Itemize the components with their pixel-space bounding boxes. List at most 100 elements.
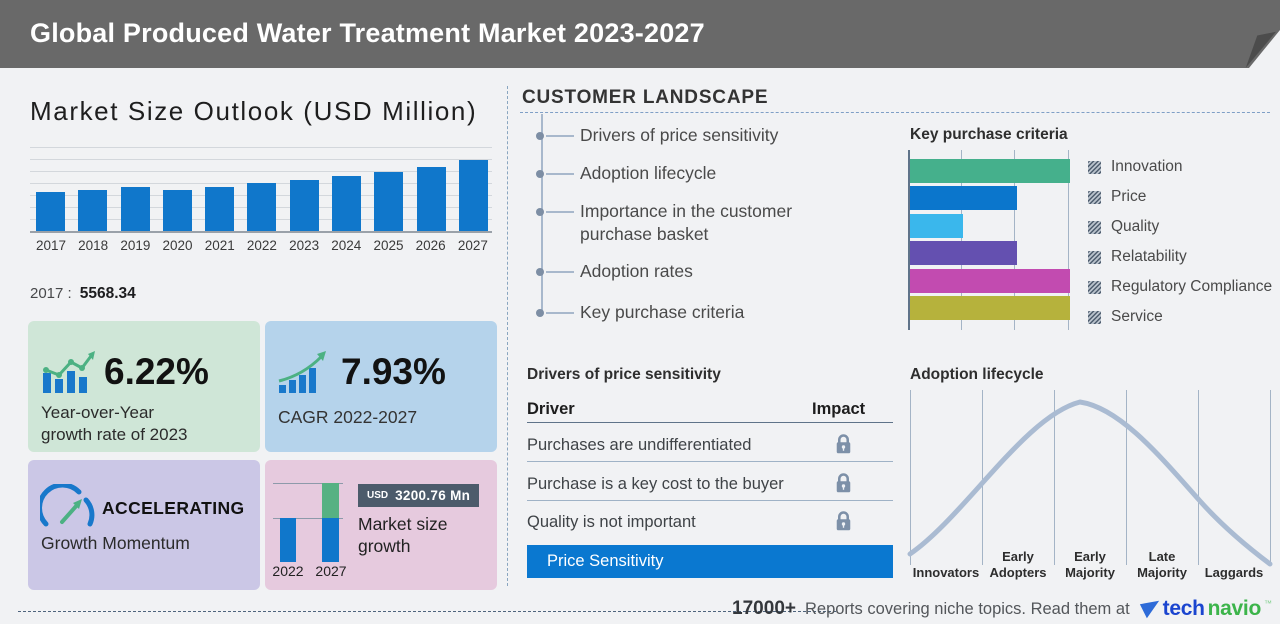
legend-hatch-swatch bbox=[1088, 160, 1101, 174]
badge-currency: USD bbox=[367, 490, 389, 501]
customer-landscape-item-label: Adoption rates bbox=[580, 261, 693, 281]
legend-hatch-swatch bbox=[1088, 310, 1101, 324]
market-size-bar bbox=[332, 176, 362, 231]
kpc-legend-item: Price bbox=[1088, 188, 1146, 206]
market-size-bar bbox=[36, 192, 65, 231]
rising-bars-icon bbox=[278, 351, 326, 393]
list-dash bbox=[546, 135, 574, 137]
growth-momentum-card: ACCELERATING Growth Momentum bbox=[28, 460, 260, 590]
row-separator bbox=[527, 500, 893, 501]
market-size-bar-chart bbox=[36, 145, 488, 231]
technavio-arrow-icon bbox=[1139, 600, 1159, 618]
base-year-number: 5568.34 bbox=[79, 285, 136, 302]
list-dash bbox=[546, 271, 574, 273]
market-size-bar bbox=[247, 183, 277, 231]
driver-row-label: Purchases are undifferentiated bbox=[527, 436, 752, 454]
speedometer-icon bbox=[40, 484, 95, 527]
yoy-growth-caption: Year-over-Year growth rate of 2023 bbox=[41, 403, 188, 444]
cagr-card: 7.93% CAGR 2022-2027 bbox=[265, 321, 497, 452]
list-dash bbox=[546, 211, 574, 213]
list-dot bbox=[536, 169, 544, 178]
bell-curve bbox=[907, 399, 1273, 567]
year-label: 2018 bbox=[78, 238, 109, 253]
footer-dashed-rule bbox=[18, 611, 836, 612]
year-label: 2024 bbox=[331, 238, 362, 253]
list-dash bbox=[546, 173, 574, 175]
lifecycle-stage-label: Late Majority bbox=[1137, 549, 1187, 580]
year-label: 2023 bbox=[289, 238, 320, 253]
mini-bar-2027-growth bbox=[322, 483, 339, 518]
table-header-rule bbox=[527, 422, 893, 423]
customer-landscape-item-label: Drivers of price sensitivity bbox=[580, 125, 779, 145]
legend-label: Quality bbox=[1111, 218, 1160, 235]
market-size-bar bbox=[289, 180, 319, 231]
base-year-label: 2017 : bbox=[30, 285, 72, 302]
momentum-caption: Growth Momentum bbox=[41, 533, 190, 553]
market-size-title: Market Size Outlook (USD Million) bbox=[30, 96, 478, 126]
kpc-legend-item: Regulatory Compliance bbox=[1088, 278, 1272, 296]
market-size-bar bbox=[120, 187, 150, 231]
mini-year-start: 2022 bbox=[272, 563, 304, 579]
legend-hatch-swatch bbox=[1088, 250, 1101, 264]
header-banner: Global Produced Water Treatment Market 2… bbox=[0, 0, 1280, 68]
kpc-legend-item: Quality bbox=[1088, 218, 1159, 236]
kpc-legend-item: Relatability bbox=[1088, 248, 1187, 266]
kpc-bar bbox=[910, 241, 1017, 266]
legend-hatch-swatch bbox=[1088, 190, 1101, 204]
driver-row-label: Quality is not important bbox=[527, 513, 696, 531]
growth-value-badge: USD 3200.76 Mn bbox=[358, 484, 480, 507]
list-dot bbox=[536, 207, 544, 216]
list-dot bbox=[536, 267, 544, 276]
cagr-value: 7.93% bbox=[341, 351, 446, 392]
momentum-value: ACCELERATING bbox=[102, 498, 245, 518]
legend-hatch-swatch bbox=[1088, 280, 1101, 294]
list-dot bbox=[536, 131, 544, 140]
footer-text: Reports covering niche topics. Read them… bbox=[804, 599, 1130, 618]
year-label: 2021 bbox=[204, 238, 235, 253]
lock-icon bbox=[836, 473, 851, 493]
mini-bar-2027-base bbox=[322, 518, 339, 562]
bar-trend-icon bbox=[43, 351, 95, 393]
impact-lock bbox=[835, 510, 852, 537]
lifecycle-stage-label: Laggards bbox=[1204, 565, 1264, 580]
impact-lock bbox=[835, 433, 852, 460]
list-dash bbox=[546, 312, 574, 314]
market-size-bar bbox=[374, 172, 404, 231]
customer-landscape-title: CUSTOMER LANDSCAPE bbox=[522, 87, 769, 108]
year-label: 2025 bbox=[373, 238, 404, 253]
mini-bar-2022 bbox=[280, 518, 296, 562]
brand-part1: tech bbox=[1162, 597, 1205, 620]
customer-landscape-item-label: Importance in the customer purchase bask… bbox=[580, 201, 793, 244]
lifecycle-stage-label: Innovators bbox=[912, 565, 980, 580]
drivers-title: Drivers of price sensitivity bbox=[527, 366, 721, 383]
customer-landscape-item-label: Adoption lifecycle bbox=[580, 163, 717, 183]
legend-hatch-swatch bbox=[1088, 220, 1101, 234]
legend-label: Price bbox=[1111, 188, 1147, 205]
lifecycle-stage-label: Early Majority bbox=[1065, 549, 1115, 580]
row-separator bbox=[527, 461, 893, 462]
kpc-bar bbox=[910, 159, 1070, 183]
base-year-value: 2017 : 5568.34 bbox=[30, 285, 136, 303]
cagr-caption: CAGR 2022-2027 bbox=[278, 407, 418, 427]
lock-icon bbox=[836, 434, 851, 454]
technavio-logo[interactable]: tech navio ™ bbox=[1139, 597, 1272, 621]
market-size-bar bbox=[205, 187, 235, 231]
year-label: 2026 bbox=[415, 238, 446, 253]
legend-label: Innovation bbox=[1111, 158, 1183, 175]
year-label: 2019 bbox=[120, 238, 151, 253]
year-label: 2022 bbox=[246, 238, 277, 253]
infographic-root: Global Produced Water Treatment Market 2… bbox=[0, 0, 1280, 624]
market-size-year-labels: 2017 2018 2019 2020 2021 2022 2023 2024 2025 2026… bbox=[30, 238, 494, 253]
mini-year-end: 2027 bbox=[315, 563, 347, 579]
customer-landscape-item-label: Key purchase criteria bbox=[580, 302, 745, 322]
price-sensitivity-label: Price Sensitivity bbox=[547, 552, 664, 570]
year-label: 2017 bbox=[35, 238, 67, 253]
x-axis-baseline bbox=[30, 231, 492, 233]
year-label: 2020 bbox=[162, 238, 193, 253]
yoy-growth-card: 6.22% Year-over-Year growth rate of 2023 bbox=[28, 321, 260, 452]
driver-row-label: Purchase is a key cost to the buyer bbox=[527, 475, 784, 493]
yoy-growth-value: 6.22% bbox=[104, 351, 209, 392]
lock-icon bbox=[836, 511, 851, 531]
lifecycle-stage-label: Early Adopters bbox=[989, 549, 1047, 580]
market-size-growth-card: 2022 2027 USD 3200.76 Mn Market size gro… bbox=[265, 460, 497, 590]
